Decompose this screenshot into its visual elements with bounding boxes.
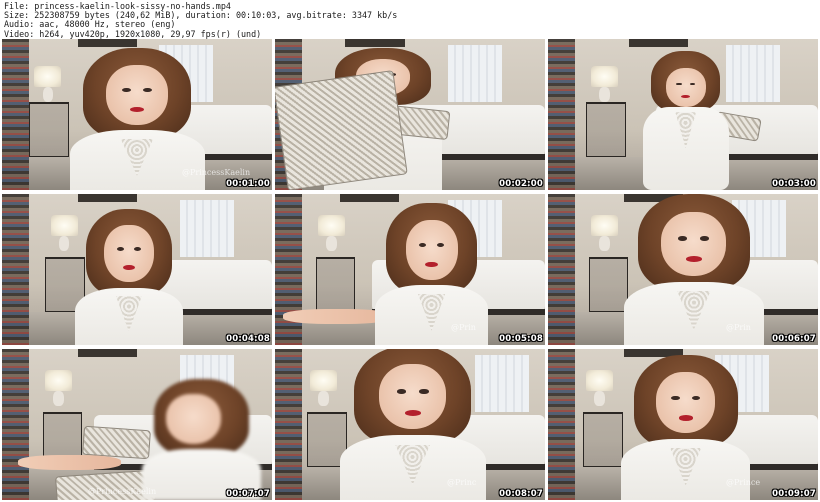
thumbnail-frame-1[interactable]: @PrincessKaelin 00:01:00 [2, 39, 272, 190]
wall-picture [339, 194, 400, 202]
eye-right [143, 87, 152, 92]
frame-timestamp: 00:01:00 [226, 179, 270, 189]
lips [404, 409, 421, 416]
lips [680, 94, 691, 99]
lamp-icon [585, 370, 613, 392]
lips [129, 106, 145, 113]
face [661, 212, 727, 276]
eye-left [396, 389, 406, 394]
eye-left [419, 242, 427, 247]
wall-picture [77, 349, 137, 357]
watermark: @PrincessKaelin [88, 487, 157, 496]
thumbnail-frame-2[interactable]: 00:02:00 [275, 39, 545, 190]
eye-left [116, 247, 124, 252]
window-blinds [180, 200, 235, 258]
lamp-icon [45, 370, 73, 392]
wall-picture [345, 39, 405, 47]
watermark: @Prin [726, 323, 751, 332]
thumbnail-frame-7[interactable]: @PrincessKaelin 00:07:07 [2, 349, 272, 500]
lips [686, 256, 702, 263]
lamp-icon [318, 215, 346, 237]
pillow [82, 425, 151, 459]
eye-left [122, 87, 131, 92]
window-blinds [726, 45, 781, 103]
side-table [315, 257, 356, 312]
lamp-base [42, 87, 54, 103]
newspaper-print-pillow [275, 70, 408, 190]
thumbnail-frame-9[interactable]: @Prince 00:09:07 [548, 349, 818, 500]
side-table [583, 412, 623, 467]
eye-left [676, 82, 682, 86]
window-blinds [447, 45, 502, 103]
eye-right [691, 395, 700, 400]
frame-timestamp: 00:05:08 [499, 334, 543, 344]
contact-sheet: File: princess-kaelin-look-sissy-no-hand… [0, 0, 820, 502]
face [655, 372, 716, 434]
lips [122, 265, 135, 271]
thumbnail-frame-6[interactable]: @Prin 00:06:07 [548, 194, 818, 345]
file-info-header: File: princess-kaelin-look-sissy-no-hand… [4, 1, 816, 39]
lamp-base [326, 236, 338, 252]
watermark: @Prince [726, 478, 761, 487]
lamp-base [599, 236, 611, 252]
lamp-base [599, 87, 611, 103]
person [642, 51, 729, 190]
eye-right [700, 236, 710, 241]
side-table [588, 257, 629, 312]
watermark: @Prin [451, 323, 476, 332]
watermark: @PrincessKaelin [182, 168, 251, 177]
eye-left [671, 395, 680, 400]
bookshelf [275, 349, 302, 500]
lamp-icon [591, 66, 619, 88]
bookshelf [2, 349, 29, 500]
bookshelf [548, 194, 575, 345]
wall-picture [77, 39, 137, 47]
thumbnail-frame-5[interactable]: @Prin 00:05:08 [275, 194, 545, 345]
frame-timestamp: 00:06:07 [772, 334, 816, 344]
frame-timestamp: 00:07:07 [226, 489, 270, 499]
eye-right [436, 242, 445, 247]
person-blurred [142, 379, 262, 500]
face [105, 65, 169, 125]
lamp-icon [310, 370, 338, 392]
lamp-icon [50, 215, 78, 237]
frame-timestamp: 00:04:08 [226, 334, 270, 344]
face [379, 364, 447, 430]
video-info-line: Video: h264, yuv420p, 1920x1080, 29,97 f… [4, 28, 262, 39]
watermark: @Princ [447, 478, 477, 487]
bookshelf [548, 349, 575, 500]
eye-left [678, 236, 688, 241]
face [104, 225, 154, 283]
face [665, 67, 706, 107]
frame-timestamp: 00:02:00 [499, 179, 543, 189]
eye-right [133, 247, 141, 252]
lamp-base [318, 391, 329, 407]
thumbnail-frame-8[interactable]: @Princ 00:08:07 [275, 349, 545, 500]
lamp-icon [34, 66, 62, 88]
face [405, 220, 458, 280]
bookshelf [2, 194, 29, 345]
thumbnail-frame-4[interactable]: 00:04:08 [2, 194, 272, 345]
frame-timestamp: 00:03:00 [772, 179, 816, 189]
frame-timestamp: 00:09:07 [772, 489, 816, 499]
lips [425, 261, 438, 268]
lamp-base [593, 391, 605, 407]
side-table [29, 102, 69, 157]
leg [18, 454, 121, 470]
frame-timestamp: 00:08:07 [499, 489, 543, 499]
thumbnail-frame-3[interactable]: 00:03:00 [548, 39, 818, 190]
eye-right [689, 82, 696, 86]
bookshelf [2, 39, 29, 190]
face [166, 393, 221, 445]
lips [678, 415, 693, 421]
bookshelf [548, 39, 575, 190]
lamp-base [53, 391, 65, 407]
lamp-icon [591, 215, 619, 237]
wall-picture [629, 39, 689, 47]
wall-picture [77, 194, 137, 202]
side-table [585, 102, 626, 157]
eye-right [419, 389, 429, 394]
person [74, 209, 183, 345]
thumbnail-grid: @PrincessKaelin 00:01:00 00:02:00 00:03:… [2, 39, 818, 500]
